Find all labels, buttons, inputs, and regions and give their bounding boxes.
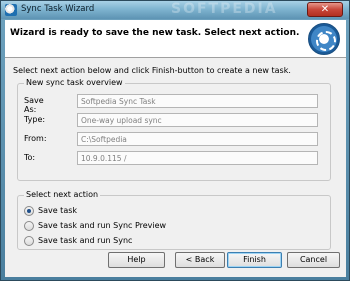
save-as-label: Save As:	[24, 96, 44, 114]
title-bar[interactable]: Sync Task Wizard SOFTPEDIA ✕	[1, 1, 349, 19]
to-label: To:	[24, 153, 36, 162]
close-button[interactable]: ✕	[307, 2, 343, 17]
watermark-text: SOFTPEDIA	[171, 1, 278, 17]
radio-label[interactable]: Save task	[38, 206, 77, 215]
wizard-client-area: Wizard is ready to save the new task. Se…	[5, 20, 346, 277]
radio-label[interactable]: Save task and run Sync	[38, 236, 132, 245]
finish-button[interactable]: Finish	[227, 252, 282, 268]
radio-label[interactable]: Save task and run Sync Preview	[38, 221, 166, 230]
wizard-header: Wizard is ready to save the new task. Se…	[5, 20, 346, 58]
save-as-field[interactable]: Softpedia Sync Task	[77, 94, 318, 108]
cancel-button[interactable]: Cancel	[287, 252, 340, 268]
next-action-group: Select next action Save task Save task a…	[17, 190, 331, 250]
radio-button[interactable]	[24, 221, 34, 231]
page-heading: Wizard is ready to save the new task. Se…	[10, 28, 300, 38]
task-overview-group: New sync task overview Save As: Softpedi…	[17, 78, 331, 181]
to-field[interactable]: 10.9.0.115 /	[77, 151, 318, 165]
sync-logo-icon	[308, 23, 340, 55]
help-button[interactable]: Help	[108, 252, 165, 268]
back-button[interactable]: < Back	[175, 252, 225, 268]
window-title: Sync Task Wizard	[21, 4, 95, 14]
from-label: From:	[24, 134, 47, 143]
from-field[interactable]: C:\Softpedia	[77, 132, 318, 146]
wizard-window: Sync Task Wizard SOFTPEDIA ✕ Wizard is r…	[0, 0, 350, 281]
next-action-legend: Select next action	[24, 190, 101, 199]
app-icon	[5, 4, 17, 16]
radio-button[interactable]	[24, 236, 34, 246]
type-label: Type:	[24, 115, 46, 124]
instruction-text: Select next action below and click Finis…	[13, 66, 291, 75]
task-overview-legend: New sync task overview	[24, 78, 125, 87]
type-field[interactable]: One-way upload sync	[77, 113, 318, 127]
radio-button-selected[interactable]	[24, 206, 34, 216]
